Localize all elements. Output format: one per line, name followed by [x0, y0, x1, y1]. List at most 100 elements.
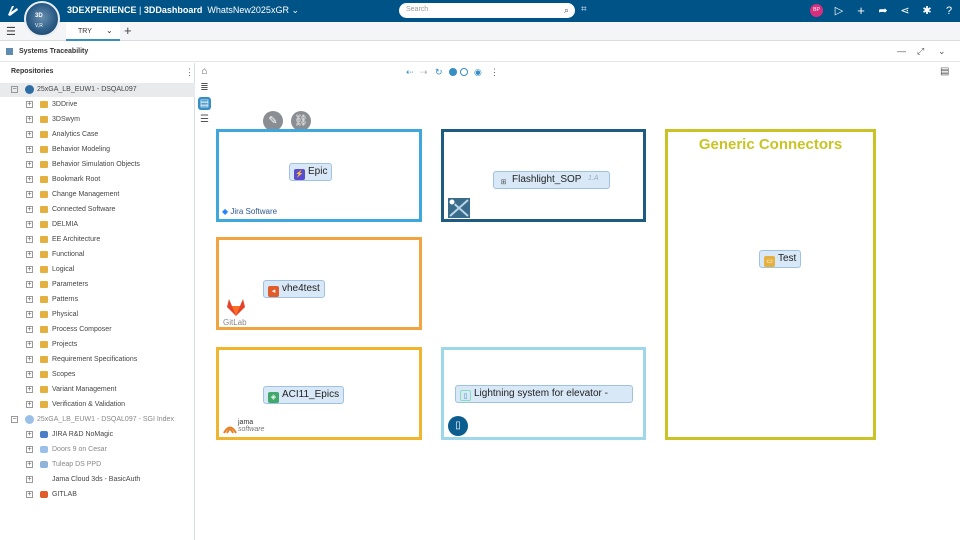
expand-icon[interactable]: + [26, 326, 33, 333]
expand-icon[interactable]: + [26, 356, 33, 363]
search-input[interactable]: Search ⌕ [399, 3, 575, 18]
expand-icon[interactable]: + [26, 146, 33, 153]
refresh-icon[interactable]: ↻ [435, 67, 443, 78]
search-icon[interactable]: ⌕ [564, 5, 569, 16]
repository-root-2[interactable]: − 25xGA_LB_EUW1 - DSQAL097 - SGI Index [0, 413, 195, 427]
eye-icon[interactable]: ◉ [474, 67, 482, 78]
collapse-icon[interactable]: − [11, 416, 18, 423]
aci11-epics-chip[interactable]: ◈ ACI11_Epics [263, 386, 345, 404]
ds-logo-icon[interactable] [6, 4, 22, 18]
tree-folder-item[interactable]: + Logical [0, 263, 195, 277]
edit-button[interactable]: ✎ [263, 111, 283, 131]
expand-icon[interactable]: + [26, 221, 33, 228]
epic-chip[interactable]: ⚡ Epic [289, 163, 333, 181]
kebab-menu-icon[interactable]: ⋮ [185, 67, 194, 78]
dashboard-name[interactable]: WhatsNew2025xGR [207, 5, 289, 15]
tree-connector-item[interactable]: + Tuleap DS PPD [0, 458, 195, 472]
minimize-icon[interactable]: — [897, 46, 906, 56]
link-button[interactable]: ⛓ [291, 111, 311, 131]
flashlight-sop-chip[interactable]: ⊞ Flashlight_SOP 1.A [493, 171, 610, 189]
chevron-down-icon[interactable]: ⌄ [291, 5, 299, 15]
expand-icon[interactable]: + [26, 341, 33, 348]
tree-connector-item[interactable]: + Jama Cloud 3ds - BasicAuth [0, 473, 195, 487]
avatar[interactable]: BP [810, 4, 823, 17]
menu-icon[interactable]: ☰ [6, 25, 16, 38]
generic-connectors-box[interactable]: Generic Connectors ▭ Test [665, 129, 876, 440]
tree-folder-item[interactable]: + Behavior Simulation Objects [0, 158, 195, 172]
tree-folder-item[interactable]: + Requirement Specifications [0, 353, 195, 367]
tree-folder-item[interactable]: + Physical [0, 308, 195, 322]
expand-icon[interactable]: + [26, 191, 33, 198]
tree-connector-item[interactable]: + JIRA R&D NoMagic [0, 428, 195, 442]
expand-icon[interactable]: + [26, 116, 33, 123]
expand-icon[interactable]: + [26, 266, 33, 273]
expand-icon[interactable]: + [26, 131, 33, 138]
tree-folder-item[interactable]: + Process Composer [0, 323, 195, 337]
expand-icon[interactable]: + [26, 401, 33, 408]
tree-folder-item[interactable]: + EE Architecture [0, 233, 195, 247]
repository-root-1[interactable]: − 25xGA_LB_EUW1 - DSQAL097 [0, 83, 195, 97]
tree-folder-item[interactable]: + Bookmark Root [0, 173, 195, 187]
collapse-icon[interactable]: − [11, 86, 18, 93]
gitlab-connector-box[interactable]: ◂ vhe4test GitLab [216, 237, 422, 330]
list-icon[interactable]: ≣ [198, 81, 211, 94]
expand-icon[interactable]: + [26, 311, 33, 318]
play-icon[interactable]: ▷ [832, 4, 846, 18]
chevron-down-icon[interactable]: ⌄ [106, 26, 113, 35]
expand-icon[interactable]: + [26, 431, 33, 438]
tree-folder-item[interactable]: + Projects [0, 338, 195, 352]
tag-icon[interactable]: ⌗ [581, 4, 587, 15]
expand-icon[interactable]: + [26, 461, 33, 468]
panel-toggle-icon[interactable]: ▤ [940, 66, 949, 77]
maximize-icon[interactable]: ⤢ [917, 46, 924, 57]
share-icon[interactable]: ⋖ [898, 4, 912, 18]
chevron-down-icon[interactable]: ⌄ [938, 46, 946, 57]
tree-folder-item[interactable]: + Verification & Validation [0, 398, 195, 412]
back-arrow-icon[interactable]: ⇠ [406, 67, 414, 78]
tree-folder-item[interactable]: + Variant Management [0, 383, 195, 397]
database-icon[interactable]: ▤ [198, 97, 211, 110]
expand-icon[interactable]: + [26, 101, 33, 108]
tree-folder-item[interactable]: + Connected Software [0, 203, 195, 217]
tab-try[interactable]: TRY ⌄ [66, 22, 120, 41]
test-chip[interactable]: ▭ Test [759, 250, 802, 268]
tree-connector-item[interactable]: + Doors 9 on Cesar [0, 443, 195, 457]
tree-folder-item[interactable]: + Scopes [0, 368, 195, 382]
tree-folder-item[interactable]: + Functional [0, 248, 195, 262]
expand-icon[interactable]: + [26, 206, 33, 213]
dot-filled-icon[interactable] [449, 68, 457, 76]
tree-folder-item[interactable]: +3DDrive [0, 98, 195, 112]
kebab-menu-icon[interactable]: ⋮ [490, 67, 499, 78]
tree-folder-item[interactable]: + Behavior Modeling [0, 143, 195, 157]
sop-box[interactable]: ⊞ Flashlight_SOP 1.A [441, 129, 646, 222]
lightning-system-chip[interactable]: ▯ Lightning system for elevator - [455, 385, 633, 403]
list-detail-icon[interactable]: ☰ [198, 113, 211, 126]
tree-folder-item[interactable]: + DELMIA [0, 218, 195, 232]
forward-icon[interactable]: ➦ [876, 4, 890, 18]
tree-folder-item[interactable]: + Patterns [0, 293, 195, 307]
expand-icon[interactable]: + [26, 281, 33, 288]
jama-connector-box[interactable]: ◈ ACI11_Epics jama software [216, 347, 422, 440]
add-icon[interactable]: + [854, 4, 868, 18]
home-icon[interactable]: ⌂ [198, 65, 211, 78]
tree-folder-item[interactable]: + Change Management [0, 188, 195, 202]
jira-connector-box[interactable]: ⚡ Epic ◆ Jira Software [216, 129, 422, 222]
tree-folder-item[interactable]: + Parameters [0, 278, 195, 292]
help-icon[interactable]: ? [942, 4, 956, 18]
compass-icon[interactable]: 3D V,R [24, 1, 60, 37]
collaborate-icon[interactable]: ✱ [920, 4, 934, 18]
add-tab-button[interactable]: + [124, 23, 132, 38]
expand-icon[interactable]: + [26, 386, 33, 393]
expand-icon[interactable]: + [26, 296, 33, 303]
expand-icon[interactable]: + [26, 176, 33, 183]
expand-icon[interactable]: + [26, 491, 33, 498]
tree-folder-item[interactable]: +3DSwym [0, 113, 195, 127]
dot-outline-icon[interactable] [460, 68, 468, 76]
tree-folder-item[interactable]: + Analytics Case [0, 128, 195, 142]
lightning-box[interactable]: ▯ Lightning system for elevator - ▯ [441, 347, 646, 440]
vhe4test-chip[interactable]: ◂ vhe4test [263, 280, 325, 298]
expand-icon[interactable]: + [26, 476, 33, 483]
forward-arrow-icon[interactable]: ⇢ [420, 67, 428, 78]
tree-connector-item[interactable]: + GITLAB [0, 488, 195, 502]
expand-icon[interactable]: + [26, 161, 33, 168]
